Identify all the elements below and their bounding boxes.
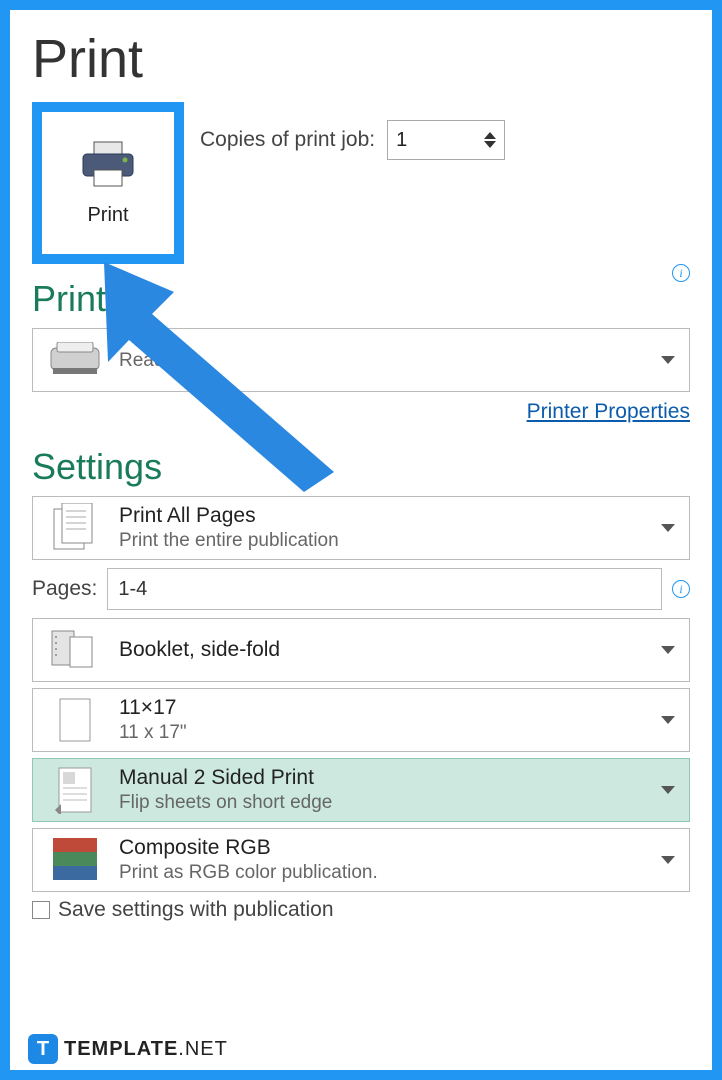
- duplex-icon: [55, 766, 95, 814]
- save-settings-checkbox[interactable]: [32, 901, 50, 919]
- info-icon[interactable]: i: [672, 580, 690, 598]
- rgb-icon: [53, 838, 97, 882]
- print-button-label: Print: [87, 204, 128, 227]
- watermark: T TEMPLATE.NET: [24, 1032, 232, 1066]
- paper-icon: [58, 697, 92, 743]
- duplex-select[interactable]: Manual 2 Sided Print Flip sheets on shor…: [32, 758, 690, 822]
- layout-title: Booklet, side-fold: [119, 638, 280, 662]
- spinner-down-icon[interactable]: [484, 141, 496, 148]
- print-button[interactable]: Print: [32, 102, 184, 264]
- paper-size-select[interactable]: 11×17 11 x 17": [32, 688, 690, 752]
- print-range-subtitle: Print the entire publication: [119, 530, 339, 552]
- page-title: Print: [32, 28, 690, 90]
- copies-value: 1: [396, 129, 407, 152]
- color-select[interactable]: Composite RGB Print as RGB color publica…: [32, 828, 690, 892]
- pages-input[interactable]: [107, 568, 662, 610]
- print-range-title: Print All Pages: [119, 504, 339, 528]
- chevron-down-icon: [661, 716, 675, 724]
- paper-title: 11×17: [119, 696, 187, 720]
- pages-label: Pages:: [32, 577, 97, 601]
- chevron-down-icon: [661, 786, 675, 794]
- pages-icon: [52, 503, 98, 553]
- settings-section-title: Settings: [32, 446, 690, 488]
- chevron-down-icon: [661, 524, 675, 532]
- print-range-select[interactable]: Print All Pages Print the entire publica…: [32, 496, 690, 560]
- copies-label: Copies of print job:: [200, 128, 375, 152]
- print-panel: Print Print Copies of print job: 1 i Pri…: [0, 0, 722, 1080]
- watermark-badge: T: [28, 1034, 58, 1064]
- save-settings-label: Save settings with publication: [58, 898, 334, 922]
- chevron-down-icon: [661, 856, 675, 864]
- chevron-down-icon: [661, 646, 675, 654]
- color-subtitle: Print as RGB color publication.: [119, 862, 378, 884]
- copies-spinner[interactable]: 1: [387, 120, 505, 160]
- printer-status: Ready: [119, 350, 174, 372]
- duplex-subtitle: Flip sheets on short edge: [119, 792, 332, 814]
- printer-section-title: Printer: [32, 278, 690, 320]
- printer-select[interactable]: Ready: [32, 328, 690, 392]
- booklet-icon: [50, 627, 100, 673]
- color-title: Composite RGB: [119, 836, 378, 860]
- duplex-title: Manual 2 Sided Print: [119, 766, 332, 790]
- printer-icon: [77, 140, 139, 192]
- layout-select[interactable]: Booklet, side-fold: [32, 618, 690, 682]
- spinner-up-icon[interactable]: [484, 132, 496, 139]
- paper-subtitle: 11 x 17": [119, 722, 187, 744]
- info-icon[interactable]: i: [672, 264, 690, 282]
- printer-properties-link[interactable]: Printer Properties: [527, 400, 690, 423]
- copies-area: Copies of print job: 1: [200, 120, 505, 160]
- printer-device-icon: [47, 342, 103, 378]
- chevron-down-icon: [661, 356, 675, 364]
